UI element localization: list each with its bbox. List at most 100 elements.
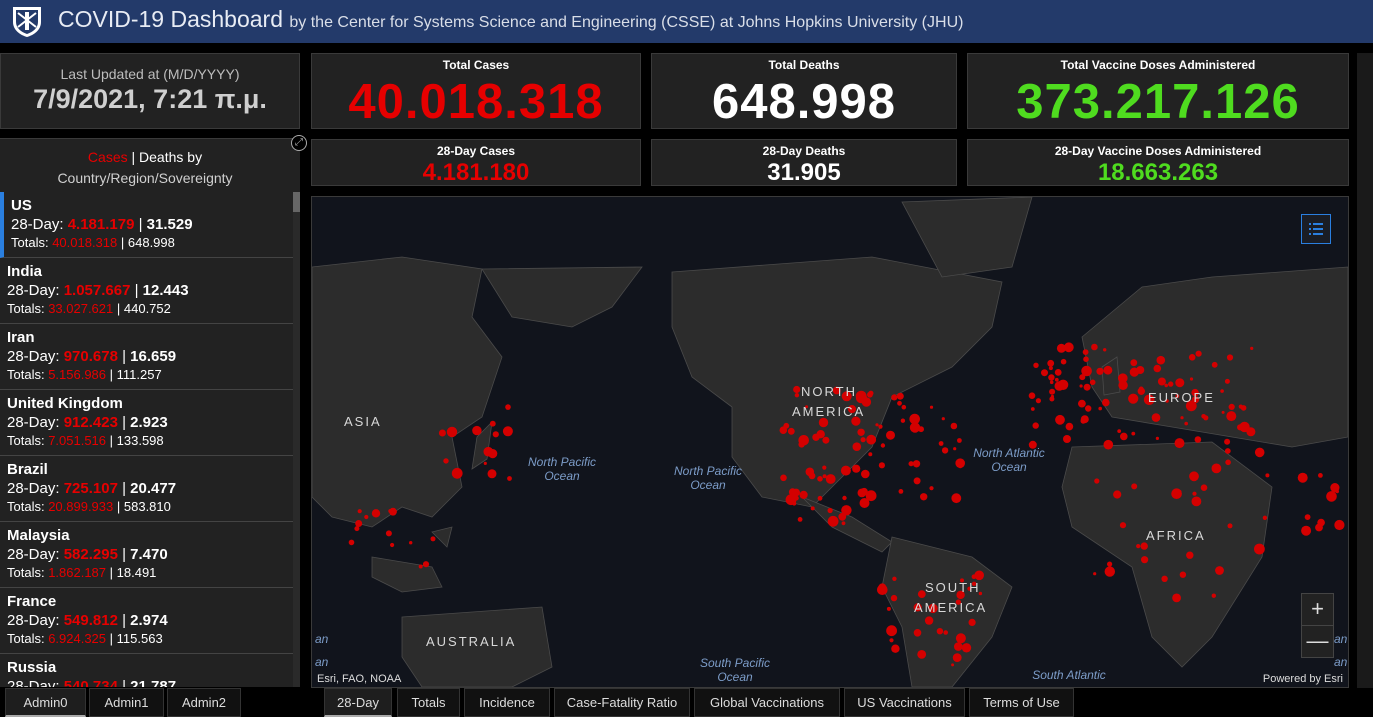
case-dot[interactable]	[891, 644, 900, 653]
case-dot[interactable]	[1056, 343, 1066, 353]
case-dot[interactable]	[1326, 491, 1337, 502]
zoom-out-button[interactable]: —	[1301, 625, 1334, 658]
case-dot[interactable]	[1050, 394, 1054, 399]
case-dot[interactable]	[974, 570, 984, 581]
case-dot[interactable]	[1048, 366, 1053, 371]
case-dot[interactable]	[788, 488, 797, 496]
case-dot[interactable]	[489, 420, 496, 427]
case-dot[interactable]	[852, 442, 862, 451]
case-dot[interactable]	[1048, 374, 1055, 381]
case-dot[interactable]	[1137, 387, 1145, 395]
legend-list-icon[interactable]	[1301, 214, 1331, 244]
case-dot[interactable]	[1189, 377, 1194, 381]
case-dot[interactable]	[1178, 490, 1182, 494]
case-dot[interactable]	[1033, 362, 1039, 368]
case-dot[interactable]	[1265, 473, 1270, 478]
case-dot[interactable]	[886, 625, 897, 637]
case-dot[interactable]	[451, 467, 463, 479]
cases-link[interactable]: Cases	[88, 149, 128, 165]
case-dot[interactable]	[492, 431, 499, 438]
case-dot[interactable]	[443, 458, 449, 464]
case-dot[interactable]	[1049, 380, 1054, 385]
case-dot[interactable]	[886, 606, 891, 611]
case-dot[interactable]	[817, 476, 823, 482]
case-dot[interactable]	[920, 493, 928, 501]
case-dot[interactable]	[841, 521, 846, 526]
case-dot[interactable]	[1094, 478, 1100, 484]
case-dot[interactable]	[954, 642, 963, 651]
case-dot[interactable]	[1224, 378, 1230, 384]
case-dot[interactable]	[1195, 350, 1202, 357]
case-dot[interactable]	[1130, 359, 1138, 367]
case-dot[interactable]	[952, 653, 962, 662]
case-dot[interactable]	[357, 509, 362, 514]
case-dot[interactable]	[1301, 525, 1312, 536]
case-dot[interactable]	[961, 643, 972, 653]
case-dot[interactable]	[1083, 383, 1091, 391]
case-dot[interactable]	[1107, 561, 1113, 567]
case-dot[interactable]	[1225, 459, 1231, 466]
case-dot[interactable]	[1180, 416, 1184, 420]
list-item[interactable]: Brazil 28-Day: 725.107 | 20.477 Totals: 20…	[0, 456, 293, 522]
case-dot[interactable]	[852, 464, 861, 473]
tab-admin1[interactable]: Admin1	[89, 688, 164, 717]
case-dot[interactable]	[878, 424, 883, 429]
case-dot[interactable]	[1096, 367, 1104, 375]
scrollbar-thumb[interactable]	[293, 192, 300, 212]
case-dot[interactable]	[857, 428, 865, 436]
case-dot[interactable]	[1080, 415, 1089, 424]
case-dot[interactable]	[913, 477, 921, 485]
case-dot[interactable]	[1221, 410, 1225, 414]
case-dot[interactable]	[810, 506, 815, 511]
case-dot[interactable]	[348, 539, 355, 546]
case-dot[interactable]	[1227, 523, 1233, 529]
case-dot[interactable]	[950, 422, 958, 430]
case-dot[interactable]	[1131, 431, 1136, 436]
list-item[interactable]: United Kingdom 28-Day: 912.423 | 2.923 Tot…	[0, 390, 293, 456]
case-dot[interactable]	[861, 469, 870, 479]
case-dot[interactable]	[792, 501, 797, 506]
case-dot[interactable]	[355, 520, 363, 527]
case-dot[interactable]	[798, 441, 805, 448]
case-dot[interactable]	[1032, 422, 1039, 429]
country-list-scrollbar[interactable]	[293, 192, 300, 687]
case-dot[interactable]	[1079, 384, 1083, 388]
case-dot[interactable]	[912, 460, 921, 468]
case-dot[interactable]	[1035, 398, 1041, 404]
case-dot[interactable]	[1238, 404, 1243, 409]
case-dot[interactable]	[1191, 496, 1202, 507]
list-item[interactable]: France 28-Day: 549.812 | 2.974 Totals: 6.9…	[0, 588, 293, 654]
case-dot[interactable]	[422, 561, 430, 568]
case-dot[interactable]	[388, 509, 393, 513]
case-dot[interactable]	[968, 618, 976, 626]
list-item[interactable]: Iran 28-Day: 970.678 | 16.659 Totals: 5.15…	[0, 324, 293, 390]
case-dot[interactable]	[840, 465, 851, 476]
case-dot[interactable]	[1054, 369, 1062, 376]
world-map[interactable]: ASIA NORTH AMERICA EUROPE AFRICA SOUTH A…	[311, 196, 1349, 688]
tab-admin2[interactable]: Admin2	[167, 688, 241, 717]
case-dot[interactable]	[1057, 379, 1069, 390]
tab-28-day[interactable]: 28-Day	[324, 688, 392, 717]
case-dot[interactable]	[900, 418, 906, 423]
country-list[interactable]: US 28-Day: 4.181.179 | 31.529 Totals: 40.0…	[0, 192, 293, 687]
case-dot[interactable]	[1220, 389, 1224, 393]
case-dot[interactable]	[793, 495, 799, 501]
case-dot[interactable]	[842, 495, 847, 501]
case-dot[interactable]	[1098, 406, 1102, 411]
case-dot[interactable]	[943, 630, 948, 635]
case-dot[interactable]	[1317, 518, 1325, 527]
case-dot[interactable]	[505, 404, 511, 410]
case-dot[interactable]	[1102, 398, 1110, 407]
case-dot[interactable]	[877, 584, 888, 595]
case-dot[interactable]	[1136, 544, 1141, 549]
case-dot[interactable]	[1093, 572, 1097, 576]
case-dot[interactable]	[897, 400, 902, 406]
case-dot[interactable]	[483, 461, 487, 465]
case-dot[interactable]	[868, 452, 873, 457]
powered-by-esri[interactable]: Powered by Esri	[1263, 673, 1343, 685]
case-dot[interactable]	[1103, 348, 1107, 352]
case-dot[interactable]	[1041, 369, 1048, 377]
case-dot[interactable]	[1054, 377, 1059, 382]
tab-us-vaccinations[interactable]: US Vaccinations	[844, 688, 965, 717]
case-dot[interactable]	[1184, 421, 1188, 426]
